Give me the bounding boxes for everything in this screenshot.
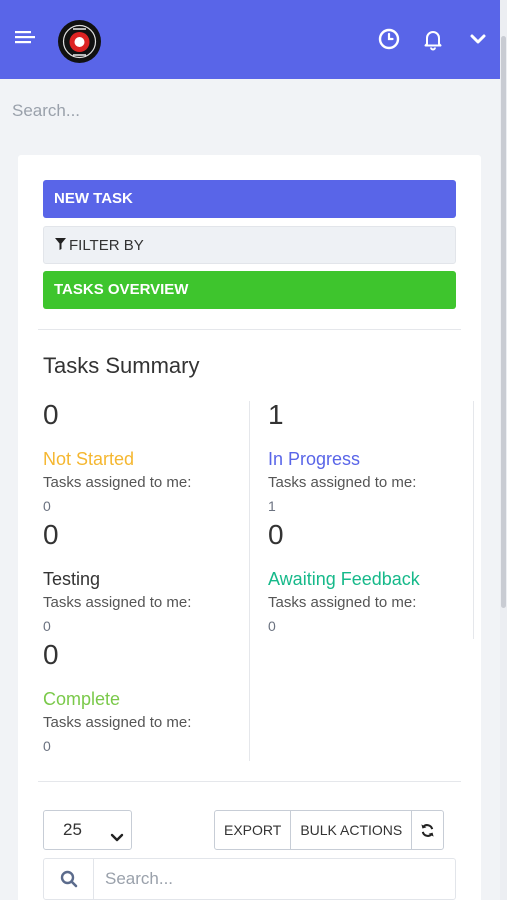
filter-by-label: FILTER BY (69, 237, 144, 254)
stat-sub-label: Tasks assigned to me: (268, 594, 417, 611)
stat-not-started: 0 Not Started Tasks assigned to me: 0 (43, 398, 243, 518)
global-search (0, 80, 500, 142)
page-size-select[interactable]: 25 (43, 810, 132, 850)
search-icon (44, 859, 94, 899)
tasks-panel: NEW TASK FILTER BY TASKS OVERVIEW Tasks … (18, 155, 481, 900)
table-search (43, 858, 456, 900)
stat-complete: 0 Complete Tasks assigned to me: 0 (43, 638, 243, 758)
stat-sub-label: Tasks assigned to me: (268, 474, 417, 491)
refresh-button[interactable] (412, 811, 443, 849)
export-button[interactable]: EXPORT (215, 811, 292, 849)
chevron-down-icon (109, 822, 125, 842)
stat-awaiting-feedback: 0 Awaiting Feedback Tasks assigned to me… (268, 518, 468, 638)
top-navbar (0, 0, 500, 79)
stat-label[interactable]: Testing (43, 568, 100, 590)
chevron-down-icon[interactable] (466, 27, 490, 51)
scrollbar-thumb[interactable] (501, 36, 506, 608)
table-action-buttons: EXPORT BULK ACTIONS (214, 810, 445, 850)
bell-icon[interactable] (421, 27, 445, 51)
stat-label[interactable]: In Progress (268, 448, 360, 470)
stat-assigned-count: 0 (268, 618, 276, 634)
stat-count: 0 (43, 399, 59, 430)
divider (38, 329, 461, 330)
table-search-input[interactable] (105, 867, 435, 891)
filter-by-button[interactable]: FILTER BY (43, 226, 456, 264)
stat-count: 0 (43, 519, 59, 550)
divider (38, 781, 461, 782)
summary-title: Tasks Summary (43, 353, 200, 378)
clock-icon[interactable] (377, 27, 401, 51)
business-logo[interactable] (58, 20, 101, 63)
stat-sub-label: Tasks assigned to me: (43, 594, 192, 611)
stat-assigned-count: 1 (268, 498, 276, 514)
stat-in-progress: 1 In Progress Tasks assigned to me: 1 (268, 398, 468, 518)
global-search-input[interactable] (12, 98, 412, 124)
stat-label[interactable]: Not Started (43, 448, 134, 470)
stat-assigned-count: 0 (43, 618, 51, 634)
column-divider (249, 401, 250, 761)
filter-icon (55, 227, 66, 265)
page-size-value: 25 (63, 820, 82, 839)
stat-sub-label: Tasks assigned to me: (43, 714, 192, 731)
stat-label[interactable]: Awaiting Feedback (268, 568, 420, 590)
stat-assigned-count: 0 (43, 738, 51, 754)
stat-count: 0 (268, 519, 284, 550)
tasks-overview-button[interactable]: TASKS OVERVIEW (43, 271, 456, 309)
stat-label[interactable]: Complete (43, 688, 120, 710)
new-task-button[interactable]: NEW TASK (43, 180, 456, 218)
hamburger-icon[interactable] (14, 29, 38, 49)
column-divider (473, 401, 474, 639)
stat-count: 0 (43, 639, 59, 670)
bulk-actions-button[interactable]: BULK ACTIONS (291, 811, 413, 849)
stat-count: 1 (268, 399, 284, 430)
stat-testing: 0 Testing Tasks assigned to me: 0 (43, 518, 243, 638)
refresh-icon (420, 823, 435, 838)
stat-sub-label: Tasks assigned to me: (43, 474, 192, 491)
stat-assigned-count: 0 (43, 498, 51, 514)
page-scrollbar[interactable] (500, 0, 507, 900)
